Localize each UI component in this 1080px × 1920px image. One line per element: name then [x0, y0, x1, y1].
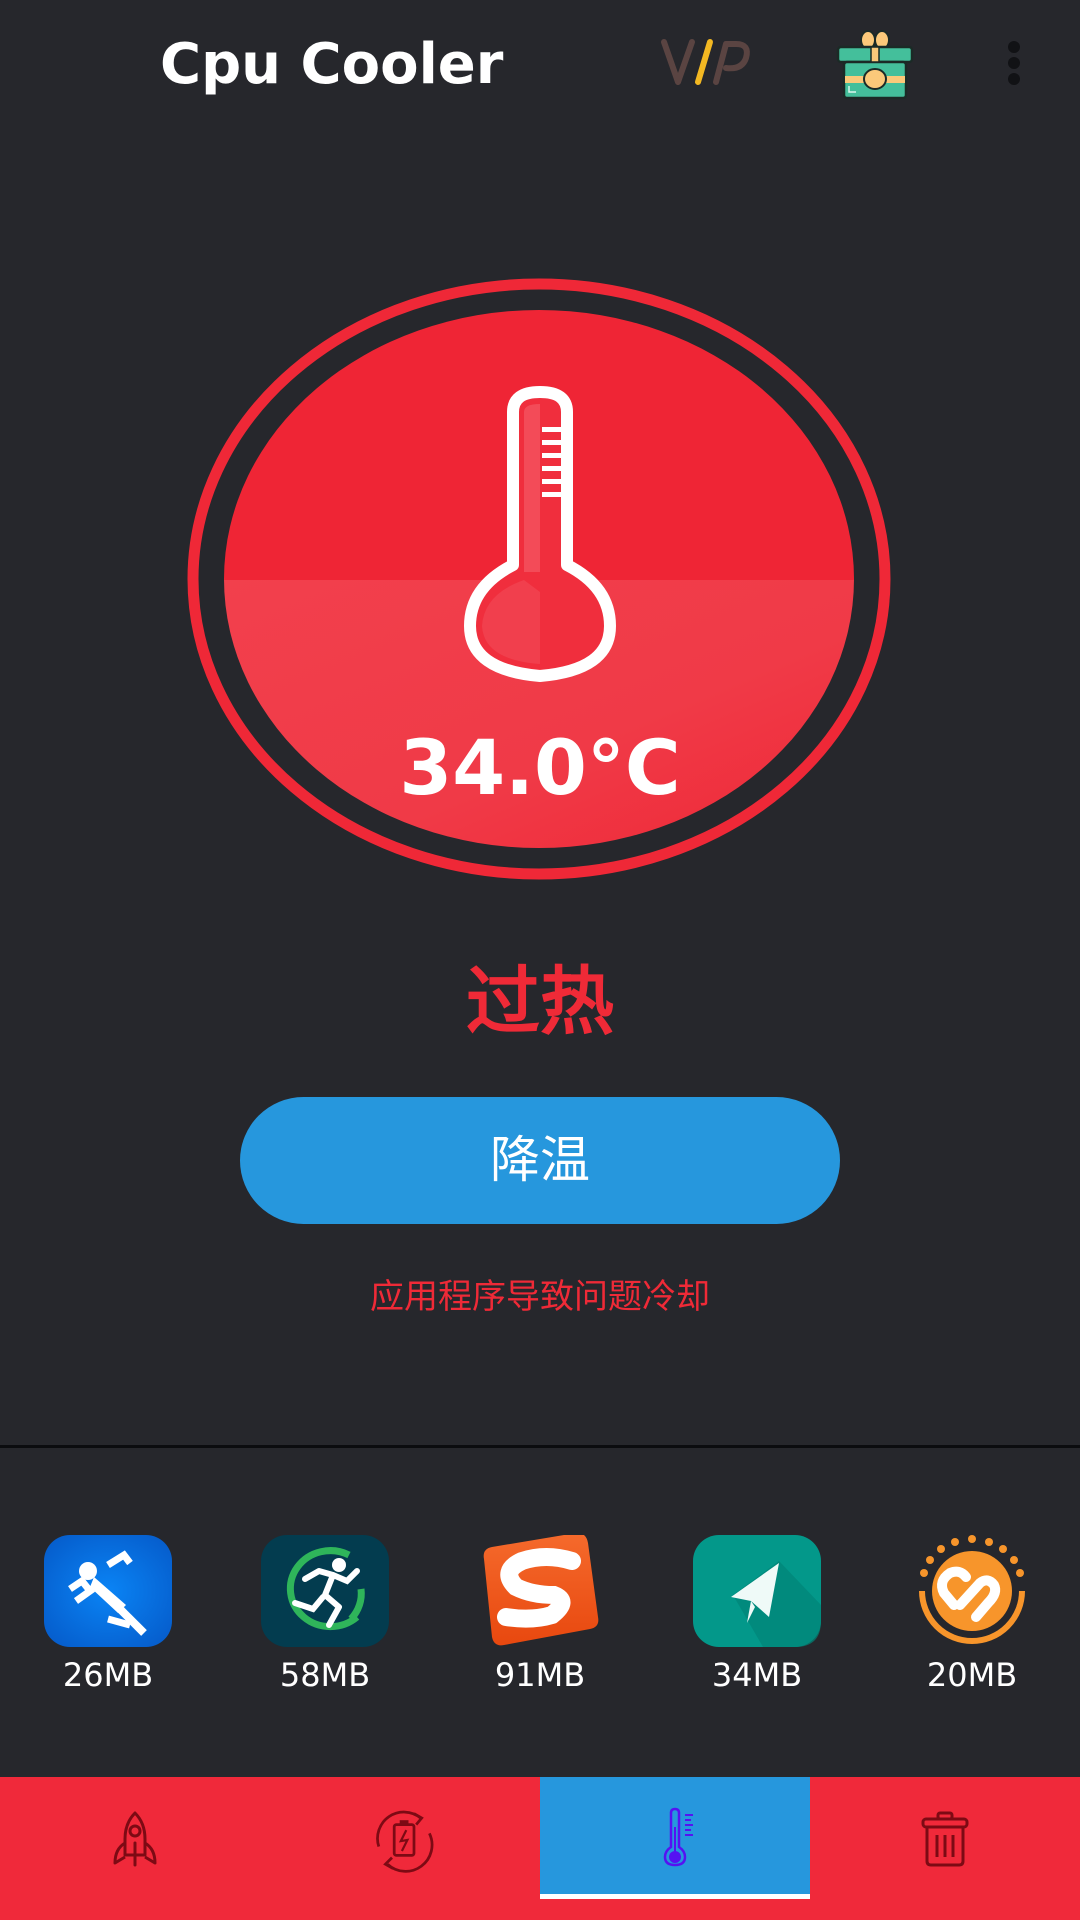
section-divider: [0, 1445, 1080, 1448]
active-tab-indicator: [540, 1894, 810, 1899]
app-item[interactable]: 34MB: [677, 1530, 837, 1700]
rocket-icon: [113, 1811, 157, 1867]
sogou-input-app-icon: [483, 1535, 599, 1646]
more-menu-button[interactable]: [996, 38, 1032, 88]
app-memory-label: 58MB: [279, 1656, 371, 1694]
thermometer-icon: [663, 1807, 693, 1867]
app-memory-label: 20MB: [926, 1656, 1018, 1694]
app-memory-label: 26MB: [62, 1656, 154, 1694]
cooling-hint-text: 应用程序导致问题冷却: [370, 1277, 710, 1317]
gift-button[interactable]: [834, 28, 916, 100]
tab-junk-clean[interactable]: [810, 1777, 1080, 1920]
tab-boost[interactable]: [0, 1777, 270, 1920]
fitness-runner-app-icon: [261, 1535, 389, 1647]
overheat-status-label: 过热: [466, 959, 614, 1045]
app-item[interactable]: 91MB: [460, 1530, 620, 1700]
paper-plane-app-icon: [693, 1535, 821, 1647]
temperature-readout: 34.0°C: [399, 723, 681, 812]
app-item[interactable]: 58MB: [245, 1530, 405, 1700]
vip-badge-icon: [661, 39, 750, 85]
trash-icon: [921, 1811, 969, 1867]
bottom-navigation: [0, 1777, 1080, 1920]
app-item[interactable]: 26MB: [28, 1530, 188, 1700]
battery-refresh-icon: [376, 1810, 434, 1873]
running-app-icon: [44, 1535, 172, 1647]
app-memory-label: 34MB: [711, 1656, 803, 1694]
running-apps-list: 26MB 58MB 91MB 34MB 20MB: [0, 1530, 1080, 1700]
tab-battery-saver[interactable]: [270, 1777, 540, 1920]
cool-down-button[interactable]: 降温: [240, 1097, 840, 1224]
vip-button[interactable]: [660, 32, 752, 92]
app-item[interactable]: 20MB: [892, 1530, 1052, 1700]
orange-heart-app-icon: [919, 1535, 1025, 1644]
tab-cpu-cooler[interactable]: [540, 1777, 810, 1899]
gift-icon: [836, 30, 914, 100]
more-vert-icon: [1008, 41, 1020, 85]
app-title: Cpu Cooler: [160, 32, 504, 97]
app-memory-label: 91MB: [494, 1656, 586, 1694]
